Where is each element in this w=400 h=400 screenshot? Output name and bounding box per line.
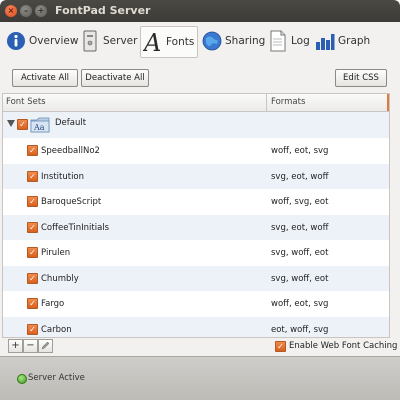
edit-css-button[interactable]: Edit CSS xyxy=(335,69,387,87)
font-name: Institution xyxy=(41,171,85,182)
table-row[interactable]: ✓ BaroqueScript woff, svg, eot xyxy=(3,189,389,215)
font-name: CoffeeTinInitials xyxy=(41,222,110,233)
row-checkbox[interactable]: ✓ xyxy=(27,298,38,309)
table-row[interactable]: ✓ SpeedballNo2 woff, eot, svg xyxy=(3,138,389,164)
font-folder-icon: Aa xyxy=(30,117,50,133)
log-document-icon xyxy=(268,30,288,52)
tab-sharing-label: Sharing xyxy=(225,35,266,47)
font-formats: woff, svg, eot xyxy=(271,197,329,207)
row-checkbox[interactable]: ✓ xyxy=(27,272,38,284)
font-icon: A xyxy=(143,29,163,55)
minimize-window-button[interactable]: – xyxy=(20,5,32,17)
tab-overview-label: Overview xyxy=(29,35,79,47)
status-bar: Server Active xyxy=(0,356,400,400)
font-formats: svg, eot, woff xyxy=(271,222,329,233)
group-checkbox[interactable]: ✓ xyxy=(17,119,28,130)
tab-overview[interactable]: Overview xyxy=(6,26,78,56)
tab-graph[interactable]: Graph xyxy=(315,26,370,56)
tab-server[interactable]: Server xyxy=(80,26,137,56)
sharing-globe-icon xyxy=(202,30,222,52)
column-divider[interactable] xyxy=(266,94,267,111)
column-header-formats[interactable]: Formats xyxy=(271,97,305,107)
table-row[interactable]: ✓ Fargo woff, eot, svg xyxy=(3,291,389,317)
table-rows: ✓ Aa Default ✓ SpeedballNo2 woff, eot, s… xyxy=(3,112,389,337)
tab-log[interactable]: Log xyxy=(268,26,310,56)
app-window: × – + FontPad Server Overview Server A F… xyxy=(0,0,400,400)
group-name: Default xyxy=(55,118,87,128)
server-icon xyxy=(80,30,100,52)
font-name: Chumbly xyxy=(41,273,79,284)
font-formats: svg, woff, eot xyxy=(271,273,329,284)
font-sets-table: Font Sets Formats ✓ Aa Default ✓ Speedba… xyxy=(2,93,390,338)
group-row-default[interactable]: ✓ Aa Default xyxy=(3,112,389,138)
row-checkbox[interactable]: ✓ xyxy=(27,247,38,258)
server-status-text: Server Active xyxy=(28,373,85,383)
table-row[interactable]: ✓ Carbon eot, woff, svg xyxy=(3,316,389,337)
tab-fonts-label: Fonts xyxy=(166,36,195,48)
tab-log-label: Log xyxy=(291,35,310,47)
svg-text:Aa: Aa xyxy=(33,123,45,132)
deactivate-all-button[interactable]: Deactivate All xyxy=(81,69,149,87)
font-formats: svg, eot, woff xyxy=(271,171,329,182)
font-name: Pirulen xyxy=(41,248,71,258)
window-title: FontPad Server xyxy=(55,4,151,17)
tab-server-label: Server xyxy=(103,35,138,47)
add-font-set-button[interactable]: + xyxy=(8,339,23,353)
toolbar: Overview Server A Fonts Sharing Log Grap… xyxy=(0,22,400,60)
row-checkbox[interactable]: ✓ xyxy=(27,323,38,335)
edit-font-set-button[interactable] xyxy=(38,339,53,353)
bar-graph-icon xyxy=(315,30,335,52)
font-name: Fargo xyxy=(41,299,65,309)
font-formats: eot, woff, svg xyxy=(271,324,329,335)
row-checkbox[interactable]: ✓ xyxy=(27,170,38,182)
info-icon xyxy=(6,30,26,52)
row-checkbox[interactable]: ✓ xyxy=(27,196,38,207)
web-font-caching-label: Enable Web Font Caching xyxy=(289,341,398,351)
activate-all-button[interactable]: Activate All xyxy=(12,69,78,87)
title-bar: × – + FontPad Server xyxy=(0,0,400,22)
font-formats: svg, woff, eot xyxy=(271,248,329,258)
expander-arrow-icon[interactable] xyxy=(7,120,15,127)
table-row[interactable]: ✓ CoffeeTinInitials svg, eot, woff xyxy=(3,214,389,240)
font-formats: woff, eot, svg xyxy=(271,299,329,309)
column-header-font-sets[interactable]: Font Sets xyxy=(6,97,46,107)
font-formats: woff, eot, svg xyxy=(271,146,329,156)
row-checkbox[interactable]: ✓ xyxy=(27,221,38,233)
web-font-caching-checkbox[interactable]: ✓ xyxy=(275,341,286,352)
font-name: BaroqueScript xyxy=(41,197,102,207)
row-checkbox[interactable]: ✓ xyxy=(27,145,38,156)
column-resize-handle[interactable] xyxy=(387,94,389,111)
close-window-button[interactable]: × xyxy=(5,5,17,17)
font-name: SpeedballNo2 xyxy=(41,146,100,156)
svg-text:A: A xyxy=(143,29,161,55)
tab-fonts[interactable]: A Fonts xyxy=(140,26,199,58)
tab-sharing[interactable]: Sharing xyxy=(202,26,265,56)
pencil-icon xyxy=(41,341,50,353)
table-header: Font Sets Formats xyxy=(3,94,389,112)
remove-font-set-button[interactable]: − xyxy=(23,339,38,353)
tab-graph-label: Graph xyxy=(338,35,371,47)
maximize-window-button[interactable]: + xyxy=(35,5,47,17)
font-name: Carbon xyxy=(41,324,72,335)
table-row[interactable]: ✓ Institution svg, eot, woff xyxy=(3,163,389,189)
server-status-indicator-icon xyxy=(17,374,27,384)
table-row[interactable]: ✓ Pirulen svg, woff, eot xyxy=(3,240,389,266)
table-row[interactable]: ✓ Chumbly svg, woff, eot xyxy=(3,265,389,291)
